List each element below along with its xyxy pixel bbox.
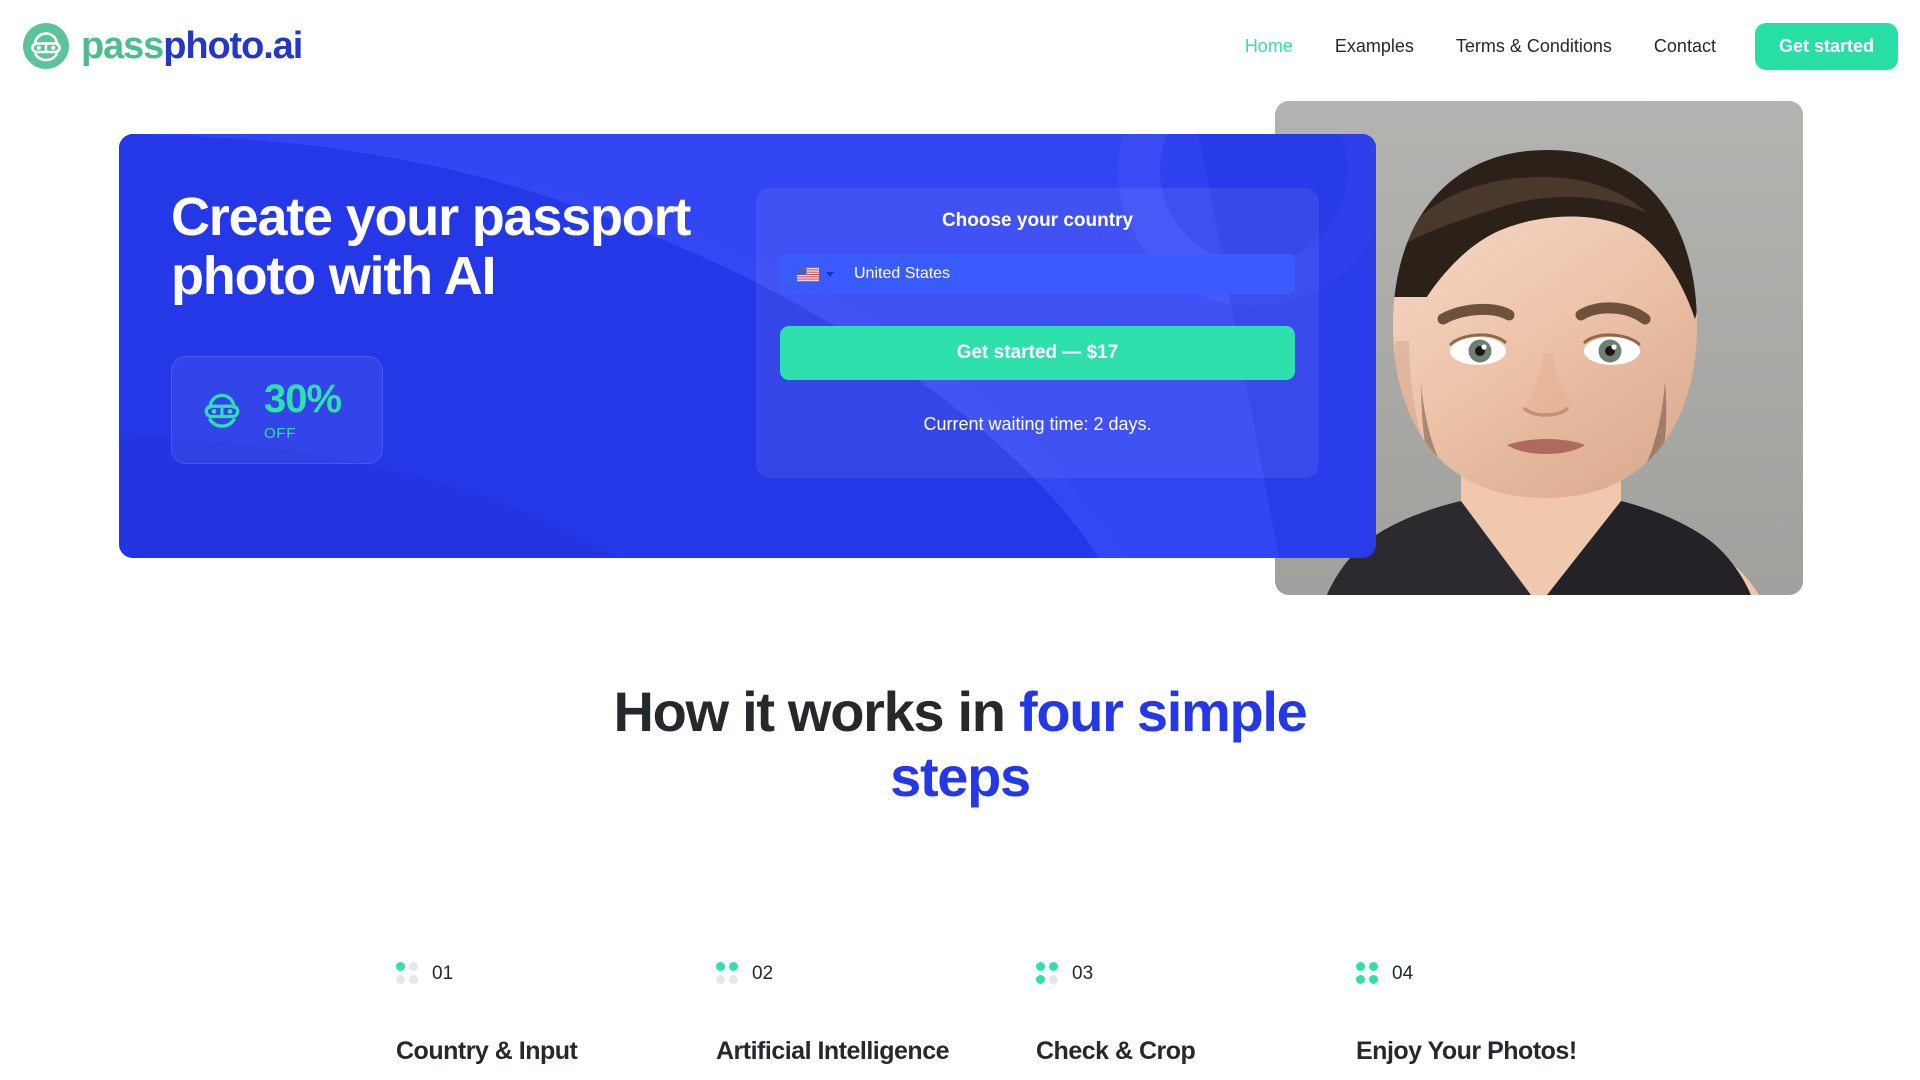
brand-logo[interactable]: passphoto.ai (22, 22, 303, 70)
step-number: 01 (432, 962, 454, 984)
step-header: 01 (396, 960, 716, 986)
chevron-down-icon (826, 271, 834, 277)
step-name: Check & Crop (1036, 1037, 1196, 1065)
step-name: Country & Input (396, 1037, 578, 1065)
nav-link-home[interactable]: Home (1224, 37, 1314, 55)
country-selection-card: Choose your country United States Get st… (756, 188, 1319, 478)
country-card-title: Choose your country (941, 210, 1134, 231)
hero-section: Create your passport photo with AI 30% O… (0, 0, 1920, 700)
selected-country-label: United States (854, 265, 951, 282)
waiting-time-text: Current waiting time: 2 days. (923, 414, 1152, 434)
step-name: Enjoy Your Photos! (1356, 1037, 1577, 1065)
flag-united-states-icon (797, 266, 819, 282)
step-number: 04 (1392, 962, 1414, 984)
step-header: 04 (1356, 960, 1676, 986)
face-with-glasses-icon (23, 23, 69, 69)
nav-link-contact[interactable]: Contact (1633, 37, 1737, 55)
discount-badge: 30% OFF (171, 356, 383, 464)
step-item: 03 Check & Crop (1036, 960, 1356, 1064)
hero-blue-panel: Create your passport photo with AI 30% O… (119, 134, 1376, 558)
progress-dots-icon (1036, 962, 1058, 984)
progress-dots-icon (396, 962, 418, 984)
step-header: 03 (1036, 960, 1356, 986)
brand-wordmark: passphoto.ai (81, 25, 303, 67)
step-name: Artificial Intelligence (716, 1037, 950, 1065)
how-title-plain: How it works in (613, 680, 1019, 743)
brand-name-part1: pass (81, 25, 164, 67)
step-item: 02 Artificial Intelligence (716, 960, 1036, 1064)
step-number: 03 (1072, 962, 1094, 984)
face-with-glasses-icon (204, 393, 240, 428)
progress-dots-icon (716, 962, 738, 984)
nav-link-examples[interactable]: Examples (1314, 37, 1435, 55)
brand-name-part2: photo.ai (163, 25, 303, 67)
how-it-works-section: How it works in four simple steps 01 Cou… (0, 680, 1920, 1064)
step-item: 04 Enjoy Your Photos! (1356, 960, 1676, 1064)
discount-percent: 30% (264, 377, 342, 421)
site-header: passphoto.ai Home Examples Terms & Condi… (0, 0, 1920, 92)
hero-title: Create your passport photo with AI (171, 187, 691, 306)
discount-text-group: 30% OFF (264, 377, 342, 442)
header-get-started-button[interactable]: Get started (1754, 22, 1898, 70)
step-item: 01 Country & Input (396, 960, 716, 1064)
progress-dots-icon (1356, 962, 1378, 984)
steps-list: 01 Country & Input 02 Artificial Intelli… (0, 960, 1920, 1064)
country-select-dropdown[interactable]: United States (780, 254, 1295, 294)
hero-text-block: Create your passport photo with AI (171, 187, 691, 306)
how-it-works-title: How it works in four simple steps (610, 680, 1310, 810)
step-number: 02 (752, 962, 774, 984)
nav-link-terms[interactable]: Terms & Conditions (1435, 37, 1633, 55)
hero-get-started-button[interactable]: Get started — $17 (780, 326, 1295, 380)
discount-suffix: OFF (264, 425, 297, 442)
main-navigation: Home Examples Terms & Conditions Contact… (1224, 22, 1920, 70)
step-header: 02 (716, 960, 1036, 986)
